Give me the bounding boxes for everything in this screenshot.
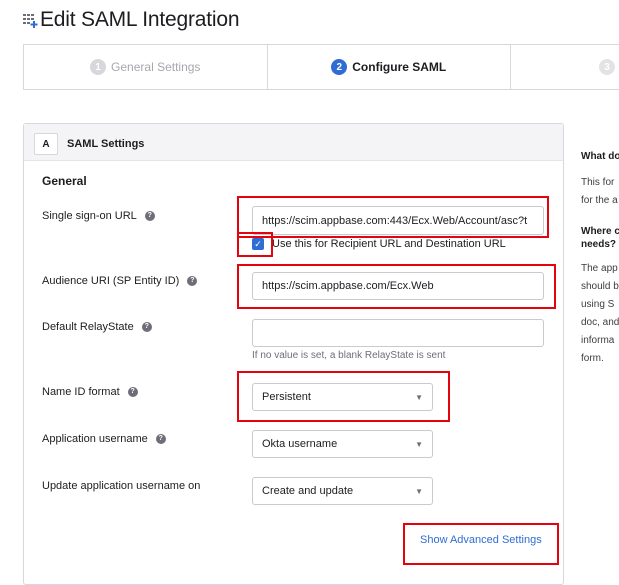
name-id-format-select[interactable]: Persistent ▼ xyxy=(252,383,433,411)
checkbox-label: Use this for Recipient URL and Destinati… xyxy=(272,238,506,250)
help-heading: needs? xyxy=(581,239,617,250)
audience-uri-label: Audience URI (SP Entity ID) ? xyxy=(42,275,198,287)
section-subheading: General xyxy=(42,174,87,188)
help-icon[interactable]: ? xyxy=(187,276,198,286)
recipient-checkbox-row: ✓ Use this for Recipient URL and Destina… xyxy=(252,238,506,250)
help-icon[interactable]: ? xyxy=(155,434,166,444)
label-text: Update application username on xyxy=(42,480,201,492)
relay-state-hint: If no value is set, a blank RelayState i… xyxy=(252,350,446,361)
help-paragraph-line: should b xyxy=(581,281,619,292)
label-text: Single sign-on URL xyxy=(42,210,137,222)
step-number: 1 xyxy=(90,59,107,75)
wizard-step-general-settings[interactable]: 1 General Settings xyxy=(24,45,268,89)
selected-value: Persistent xyxy=(262,391,311,403)
wizard-step-feedback[interactable]: 3 xyxy=(511,45,619,89)
step-label: Configure SAML xyxy=(352,60,447,74)
step-number: 3 xyxy=(599,59,615,75)
help-heading: Where c xyxy=(581,226,619,237)
audience-uri-input[interactable]: https://scim.appbase.com/Ecx.Web xyxy=(252,272,544,300)
label-text: Default RelayState xyxy=(42,321,134,333)
help-paragraph-line: informa xyxy=(581,335,615,346)
saml-settings-card: A SAML Settings General Single sign-on U… xyxy=(23,123,564,585)
step-number: 2 xyxy=(331,59,348,75)
section-title: SAML Settings xyxy=(67,138,145,150)
relay-state-input[interactable] xyxy=(252,319,544,347)
step-label: General Settings xyxy=(111,60,201,74)
sso-url-label: Single sign-on URL ? xyxy=(42,210,155,222)
help-paragraph-line: using S xyxy=(581,299,615,310)
wizard-step-configure-saml[interactable]: 2 Configure SAML xyxy=(268,45,511,89)
relay-state-label: Default RelayState ? xyxy=(42,321,152,333)
update-username-on-label: Update application username on xyxy=(42,480,200,492)
help-icon[interactable]: ? xyxy=(141,322,152,332)
label-text: Audience URI (SP Entity ID) xyxy=(42,275,180,287)
label-text: Application username xyxy=(42,433,148,445)
chevron-down-icon: ▼ xyxy=(415,486,423,496)
page-title: Edit SAML Integration xyxy=(40,8,240,31)
grid-add-icon xyxy=(22,12,38,28)
sso-url-input[interactable]: https://scim.appbase.com:443/Ecx.Web/Acc… xyxy=(252,206,544,235)
chevron-down-icon: ▼ xyxy=(415,392,423,402)
app-username-label: Application username ? xyxy=(42,433,166,445)
update-username-on-select[interactable]: Create and update ▼ xyxy=(252,477,433,505)
chevron-down-icon: ▼ xyxy=(415,439,423,449)
help-icon[interactable]: ? xyxy=(144,211,155,221)
help-paragraph-line: form. xyxy=(581,353,604,364)
help-paragraph-line: This for xyxy=(581,177,615,188)
help-panel: What do This for for the a Where c needs… xyxy=(581,151,619,368)
section-letter-badge: A xyxy=(34,133,58,155)
selected-value: Create and update xyxy=(262,485,354,497)
help-heading: What do xyxy=(581,151,619,162)
name-id-format-label: Name ID format ? xyxy=(42,386,138,398)
help-paragraph-line: for the a xyxy=(581,195,618,206)
label-text: Name ID format xyxy=(42,386,120,398)
help-paragraph-line: doc, and xyxy=(581,317,619,328)
page-header: Edit SAML Integration xyxy=(22,8,240,32)
app-username-select[interactable]: Okta username ▼ xyxy=(252,430,433,458)
help-paragraph-line: The app xyxy=(581,263,618,274)
show-advanced-settings-link[interactable]: Show Advanced Settings xyxy=(420,534,542,546)
help-icon[interactable]: ? xyxy=(127,387,138,397)
wizard-steps: 1 General Settings 2 Configure SAML 3 xyxy=(23,44,619,90)
selected-value: Okta username xyxy=(262,438,338,450)
use-for-recipient-checkbox[interactable]: ✓ xyxy=(252,238,264,250)
